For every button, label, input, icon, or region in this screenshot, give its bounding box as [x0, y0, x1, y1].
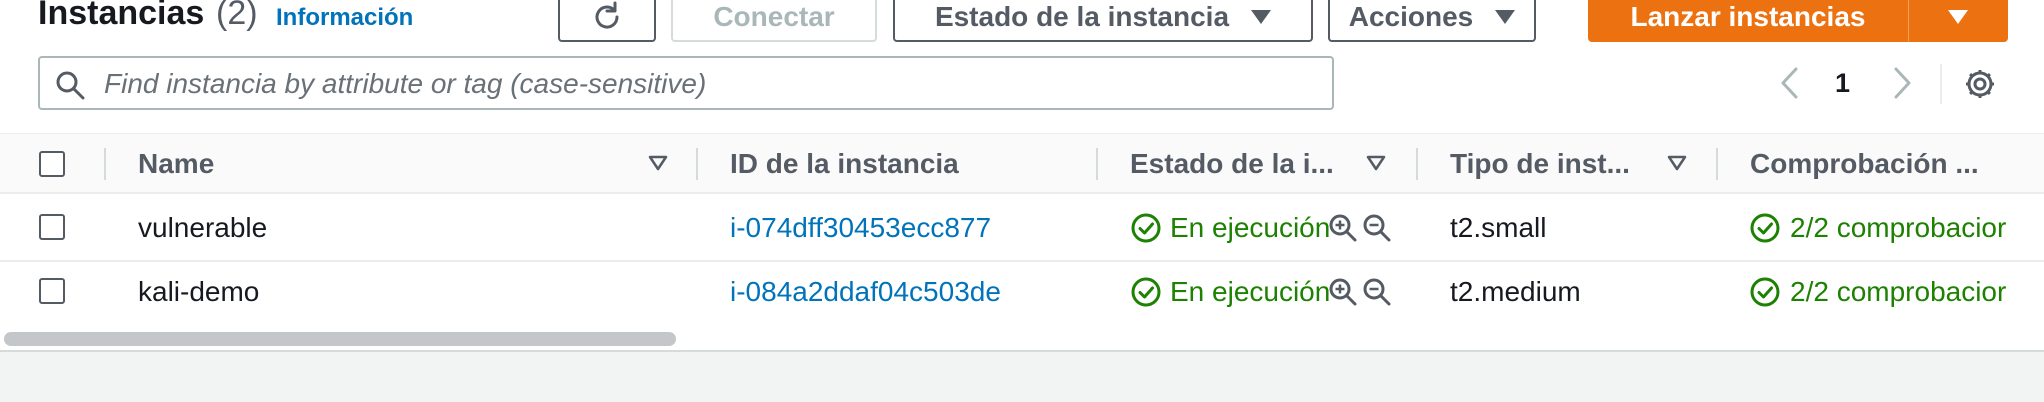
instance-state-label: Estado de la instancia [934, 1, 1230, 32]
actions-label: Acciones [1348, 1, 1474, 32]
instance-name: vulnerable [138, 212, 268, 243]
instance-type: t2.small [1450, 212, 1547, 243]
refresh-icon [595, 1, 619, 29]
check-circle-icon [1750, 277, 1780, 307]
column-divider[interactable] [1716, 148, 1718, 180]
caret-down-icon [1495, 10, 1516, 24]
column-header-instance-state[interactable]: Estado de la i... [1130, 148, 1334, 180]
table-header: Name ID de la instancia Estado de la i..… [0, 134, 2044, 194]
zoom-out-icon[interactable] [1362, 277, 1392, 307]
caret-down-icon [1251, 10, 1272, 24]
sort-triangle-icon[interactable] [647, 152, 669, 174]
scrollbar-thumb[interactable] [4, 332, 676, 346]
launch-instances-menu-button[interactable] [1908, 0, 2008, 42]
instance-id-link[interactable]: i-084a2ddaf04c503de [730, 276, 1001, 308]
column-header-instance-id[interactable]: ID de la instancia [730, 148, 959, 180]
instance-state-text: En ejecución [1170, 212, 1331, 243]
column-header-name[interactable]: Name [138, 148, 214, 180]
gear-icon[interactable] [1962, 66, 1998, 102]
zoom-in-icon[interactable] [1328, 277, 1358, 307]
page-number[interactable]: 1 [1835, 68, 1850, 99]
sort-triangle-icon[interactable] [1666, 152, 1688, 174]
column-divider [104, 148, 106, 180]
pagination-divider [1940, 64, 1942, 104]
column-divider[interactable] [696, 148, 698, 180]
check-circle-icon [1131, 213, 1161, 243]
search-input[interactable] [104, 64, 1314, 104]
sort-triangle-icon[interactable] [1365, 152, 1387, 174]
row-checkbox[interactable] [39, 214, 65, 240]
search-box[interactable] [38, 56, 1334, 110]
horizontal-scrollbar[interactable] [0, 326, 2044, 350]
column-divider[interactable] [1096, 148, 1098, 180]
status-check-text: 2/2 comprobacior [1790, 276, 2007, 307]
chevron-left-icon[interactable] [1776, 66, 1804, 100]
instance-type: t2.medium [1450, 276, 1581, 307]
check-circle-icon [1131, 277, 1161, 307]
instance-state-dropdown[interactable]: Estado de la instancia [893, 0, 1313, 42]
select-all-checkbox[interactable] [39, 151, 65, 177]
connect-button[interactable]: Conectar [671, 0, 877, 42]
column-header-status-check[interactable]: Comprobación ... [1750, 148, 1979, 180]
table-row[interactable]: kali-demo i-084a2ddaf04c503de En ejecuci… [0, 262, 2044, 328]
column-header-instance-type[interactable]: Tipo de inst... [1450, 148, 1630, 180]
connect-label: Conectar [713, 1, 835, 32]
launch-instances-label: Lanzar instancias [1630, 1, 1866, 32]
status-check-text: 2/2 comprobacior [1790, 212, 2007, 243]
instance-state-text: En ejecución [1170, 276, 1331, 307]
footer-panel [0, 350, 2044, 402]
launch-instances-button[interactable]: Lanzar instancias [1588, 0, 1908, 42]
info-link[interactable]: Información [276, 4, 413, 32]
check-circle-icon [1750, 213, 1780, 243]
instance-count: (2) [216, 0, 258, 32]
zoom-out-icon[interactable] [1362, 213, 1392, 243]
refresh-button[interactable] [558, 0, 656, 42]
column-divider[interactable] [1416, 148, 1418, 180]
search-icon [56, 71, 85, 100]
zoom-in-icon[interactable] [1328, 213, 1358, 243]
row-checkbox[interactable] [39, 278, 65, 304]
chevron-right-icon[interactable] [1888, 66, 1916, 100]
caret-down-icon [1947, 10, 1968, 24]
actions-dropdown[interactable]: Acciones [1328, 0, 1536, 42]
instance-id-link[interactable]: i-074dff30453ecc877 [730, 212, 991, 244]
instance-name: kali-demo [138, 276, 260, 307]
table-row[interactable]: vulnerable i-074dff30453ecc877 En ejecuc… [0, 196, 2044, 262]
page-title: Instancias [38, 0, 205, 32]
